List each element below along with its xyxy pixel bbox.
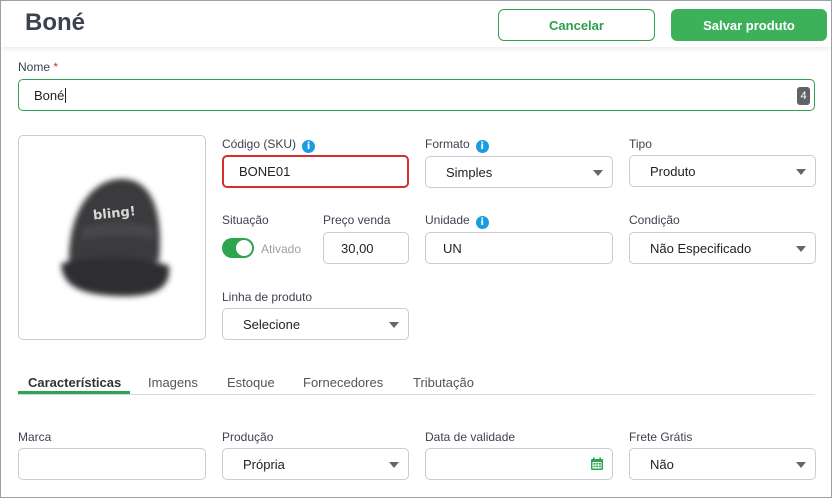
price-label: Preço venda: [323, 213, 391, 227]
name-input[interactable]: Boné 4: [18, 79, 815, 111]
tab-bar: Características Imagens Estoque Forneced…: [18, 371, 815, 395]
price-input[interactable]: 30,00: [323, 232, 409, 264]
sku-input[interactable]: BONE01: [222, 155, 409, 188]
expiry-date-input[interactable]: [425, 448, 613, 480]
save-product-button[interactable]: Salvar produto: [671, 9, 827, 41]
format-select[interactable]: Simples: [425, 156, 613, 188]
required-mark: *: [53, 60, 59, 74]
tab-estoque[interactable]: Estoque: [227, 375, 275, 390]
active-tab-indicator: [18, 391, 130, 394]
type-label: Tipo: [629, 137, 652, 151]
condition-select[interactable]: Não Especificado: [629, 232, 816, 264]
tab-caracteristicas[interactable]: Características: [28, 375, 121, 390]
tab-imagens[interactable]: Imagens: [148, 375, 198, 390]
page-title: Boné: [25, 9, 85, 36]
type-select[interactable]: Produto: [629, 155, 816, 187]
expiry-date-label: Data de validade: [425, 430, 516, 444]
tab-tributacao[interactable]: Tributação: [413, 375, 474, 390]
unit-label: Unidade i: [425, 213, 489, 229]
brand-input[interactable]: [18, 448, 206, 480]
info-icon[interactable]: i: [475, 216, 489, 229]
status-toggle-text: Ativado: [261, 242, 302, 256]
product-line-select[interactable]: Selecione: [222, 308, 409, 340]
cancel-button[interactable]: Cancelar: [498, 9, 655, 41]
sku-label: Código (SKU) i: [222, 137, 316, 153]
cap-image: bling!: [61, 178, 170, 297]
name-label: Nome *: [18, 60, 59, 74]
product-image-box[interactable]: bling!: [18, 135, 206, 340]
text-caret: [65, 87, 67, 103]
free-shipping-label: Frete Grátis: [629, 430, 693, 444]
tab-fornecedores[interactable]: Fornecedores: [303, 375, 383, 390]
format-label: Formato i: [425, 137, 489, 153]
unit-input[interactable]: UN: [425, 232, 613, 264]
name-input-value: Boné: [34, 87, 65, 103]
product-form-window: Boné Cancelar Salvar produto Nome * Boné…: [0, 0, 832, 498]
product-line-label: Linha de produto: [222, 290, 313, 304]
info-icon[interactable]: i: [302, 140, 316, 153]
info-icon[interactable]: i: [475, 140, 489, 153]
production-select[interactable]: Própria: [222, 448, 409, 480]
brand-label: Marca: [18, 430, 52, 444]
page-header: Boné Cancelar Salvar produto: [1, 1, 831, 47]
status-toggle[interactable]: [222, 238, 254, 258]
free-shipping-select[interactable]: Não: [629, 448, 816, 480]
condition-label: Condição: [629, 213, 680, 227]
character-counter: 4: [797, 87, 810, 105]
status-label: Situação: [222, 213, 269, 227]
calendar-icon[interactable]: [590, 457, 604, 471]
production-label: Produção: [222, 430, 274, 444]
